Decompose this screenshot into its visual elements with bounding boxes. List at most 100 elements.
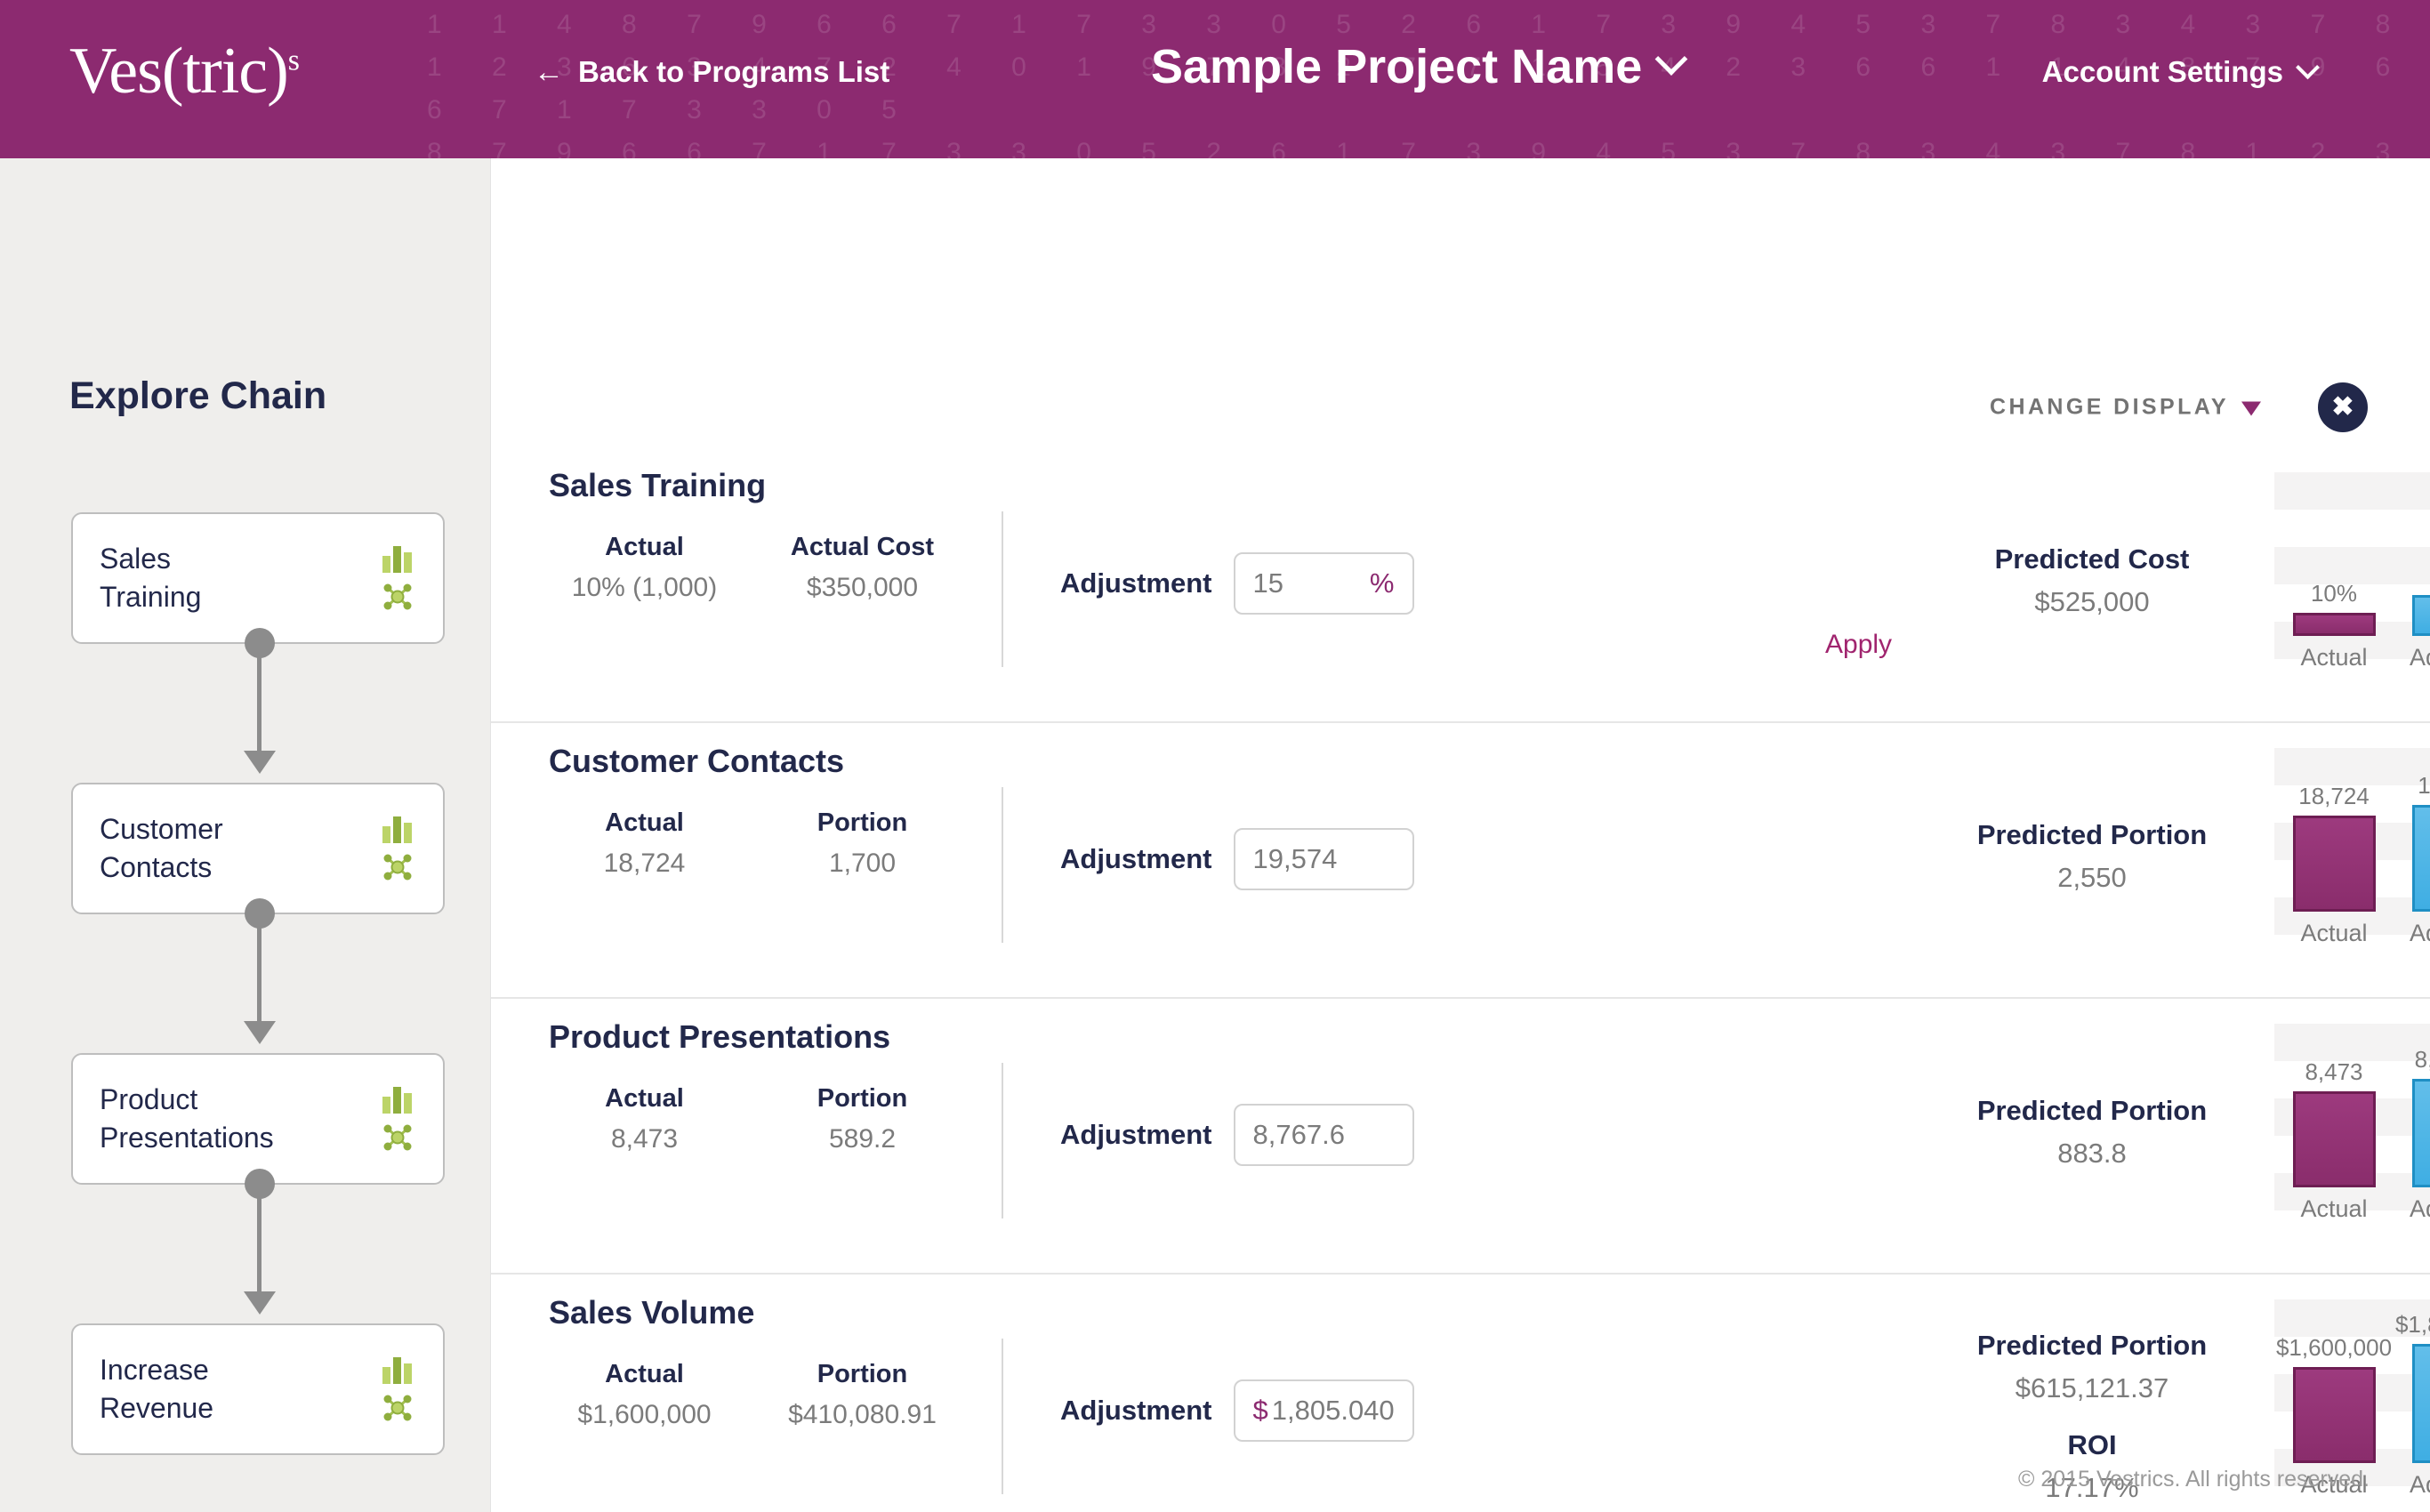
bar-chart-bars: 8,473 8,767.6 bbox=[2274, 1045, 2430, 1187]
adjustment-label: Adjustment bbox=[1060, 1119, 1212, 1150]
sidebar-chain-card[interactable]: Product Presentations bbox=[71, 1053, 445, 1185]
main-panel: CHANGE DISPLAY ✖ Sales Training Actual 1… bbox=[490, 158, 2430, 1512]
chain-connector bbox=[71, 898, 445, 1053]
apply-button[interactable]: Apply bbox=[1825, 630, 1892, 660]
bar-actual bbox=[2292, 1367, 2376, 1463]
chain-card-icons bbox=[382, 816, 413, 881]
metric: Actual Cost $350,000 bbox=[767, 533, 958, 603]
bar-group: 18,724 bbox=[2290, 783, 2378, 912]
axis-tick-label: Adjusted bbox=[2410, 644, 2430, 671]
metric: Portion $410,080.91 bbox=[767, 1360, 958, 1430]
chevron-down-icon bbox=[1654, 43, 1688, 76]
bar-group: 19,574 bbox=[2410, 772, 2430, 912]
metric-label: Actual bbox=[605, 1360, 684, 1388]
metrics-group: Actual $1,600,000 Portion $410,080.91 bbox=[549, 1360, 958, 1430]
metric: Actual 8,473 bbox=[549, 1084, 740, 1154]
close-button[interactable]: ✖ bbox=[2318, 382, 2368, 432]
page-title: Sample Project Name bbox=[1151, 40, 1643, 93]
metric-value: $350,000 bbox=[806, 573, 919, 602]
metric-label: Actual Cost bbox=[790, 533, 935, 561]
row-title: Product Presentations bbox=[549, 1018, 891, 1055]
bar-actual bbox=[2292, 816, 2376, 912]
bar-group: 15% bbox=[2410, 562, 2430, 636]
metric: Portion 589.2 bbox=[767, 1084, 958, 1154]
adjustment-input[interactable]: 19,574 bbox=[1233, 828, 1414, 890]
sidebar-chain-card[interactable]: Increase Revenue bbox=[71, 1323, 445, 1455]
adjustment-label: Adjustment bbox=[1060, 567, 1212, 599]
metrics-group: Actual 18,724 Portion 1,700 bbox=[549, 808, 958, 879]
metric-value: $410,080.91 bbox=[788, 1400, 937, 1429]
adjustment-block: Adjustment 19,574 bbox=[1060, 828, 1414, 890]
bar-chart: 10% 15% Actual Adjusted bbox=[2274, 472, 2430, 679]
bar-chart-icon bbox=[382, 816, 412, 843]
metric-value: 10% (1,000) bbox=[571, 573, 718, 602]
bar-value-label: $1,600,000 bbox=[2275, 1334, 2393, 1361]
metric-label: Portion bbox=[817, 808, 908, 837]
metric-label: Portion bbox=[817, 1084, 908, 1113]
row-divider bbox=[1002, 787, 1003, 943]
bar-chart-bars: 18,724 19,574 bbox=[2274, 769, 2430, 912]
arrow-left-icon: ← bbox=[534, 55, 564, 89]
predicted-label: Predicted Cost bbox=[1994, 543, 2190, 575]
bar-value-label: $1,805.040 bbox=[2394, 1311, 2430, 1338]
chain-connector bbox=[71, 1169, 445, 1323]
change-display-label: CHANGE DISPLAY bbox=[1990, 394, 2229, 420]
adjustment-value: 19,574 bbox=[1252, 843, 1338, 874]
chain-rows: Sales Training Actual 10% (1,000) Actual… bbox=[491, 447, 2430, 1512]
adjustment-input[interactable]: $1,805.040 bbox=[1233, 1379, 1414, 1442]
bar-group: 8,473 bbox=[2290, 1058, 2378, 1187]
adjustment-block: Adjustment 8,767.6 bbox=[1060, 1104, 1414, 1166]
chain-row: Product Presentations Actual 8,473 Porti… bbox=[491, 999, 2430, 1275]
predicted-value: $525,000 bbox=[2034, 586, 2150, 617]
bar-value-label: 19,574 bbox=[2418, 772, 2430, 799]
bar-value-label: 8,473 bbox=[2305, 1058, 2363, 1085]
bar-value-label: 8,767.6 bbox=[2414, 1046, 2430, 1073]
account-settings-dropdown[interactable]: Account Settings bbox=[2042, 54, 2320, 89]
adjustment-block: Adjustment $1,805.040 bbox=[1060, 1379, 1414, 1442]
connector-line bbox=[257, 1176, 262, 1300]
bar-chart-icon bbox=[382, 1087, 412, 1114]
row-title: Sales Volume bbox=[549, 1294, 755, 1331]
change-display-button[interactable]: CHANGE DISPLAY bbox=[1990, 395, 2261, 421]
predicted-label: Predicted Portion bbox=[1976, 819, 2208, 850]
chain-row: Customer Contacts Actual 18,724 Portion … bbox=[491, 723, 2430, 999]
axis-tick-label: Adjusted bbox=[2410, 920, 2430, 946]
sidebar-chain-card[interactable]: Sales Training bbox=[71, 512, 445, 644]
row-divider bbox=[1002, 1063, 1003, 1218]
bar-group: $1,805.040 bbox=[2395, 1311, 2430, 1463]
connector-arrow-icon bbox=[244, 1021, 276, 1044]
bar-chart-bars: $1,600,000 $1,805.040 bbox=[2274, 1311, 2430, 1463]
chain-row: Sales Training Actual 10% (1,000) Actual… bbox=[491, 447, 2430, 723]
metric-label: Actual bbox=[605, 1084, 684, 1113]
axis-tick-label: Actual bbox=[2300, 644, 2368, 671]
metric-label: Actual bbox=[605, 808, 684, 837]
back-to-programs-link[interactable]: ← Back to Programs List bbox=[534, 55, 889, 89]
predicted-value: $615,121.37 bbox=[2015, 1372, 2169, 1403]
axis-tick-label: Actual bbox=[2300, 920, 2368, 946]
logo-superscript: s bbox=[287, 44, 300, 77]
bar-chart: 8,473 8,767.6 Actual Adjusted bbox=[2274, 1024, 2430, 1230]
adjustment-label: Adjustment bbox=[1060, 843, 1212, 874]
project-title-dropdown[interactable]: Sample Project Name bbox=[1151, 39, 1688, 94]
vestrics-logo[interactable]: Ves(tric)s bbox=[69, 34, 300, 109]
chain-card-label: Product Presentations bbox=[100, 1083, 274, 1154]
sidebar-chain-card[interactable]: Customer Contacts bbox=[71, 783, 445, 914]
axis-tick-label: Adjusted bbox=[2410, 1471, 2430, 1498]
chain-connector bbox=[71, 628, 445, 783]
bar-group: $1,600,000 bbox=[2276, 1334, 2392, 1463]
adjustment-block: Adjustment 15% bbox=[1060, 552, 1414, 615]
roi-label: ROI bbox=[2067, 1429, 2117, 1460]
metric-value: 1,700 bbox=[828, 848, 897, 878]
adjustment-value: 8,767.6 bbox=[1252, 1119, 1345, 1150]
adjustment-input[interactable]: 15% bbox=[1233, 552, 1414, 615]
adjustment-input[interactable]: 8,767.6 bbox=[1233, 1104, 1414, 1166]
sidebar: Explore Chain Sales Training Customer Co… bbox=[0, 158, 490, 1512]
chain-card-label: Customer Contacts bbox=[100, 813, 223, 883]
predicted-value: 2,550 bbox=[2057, 862, 2127, 893]
row-divider bbox=[1002, 511, 1003, 667]
back-link-label: Back to Programs List bbox=[578, 55, 890, 88]
metrics-group: Actual 10% (1,000) Actual Cost $350,000 bbox=[549, 533, 958, 603]
row-title: Customer Contacts bbox=[549, 743, 845, 779]
chain-card-label: Increase Revenue bbox=[100, 1354, 214, 1424]
bar-adjusted bbox=[2411, 1079, 2430, 1187]
